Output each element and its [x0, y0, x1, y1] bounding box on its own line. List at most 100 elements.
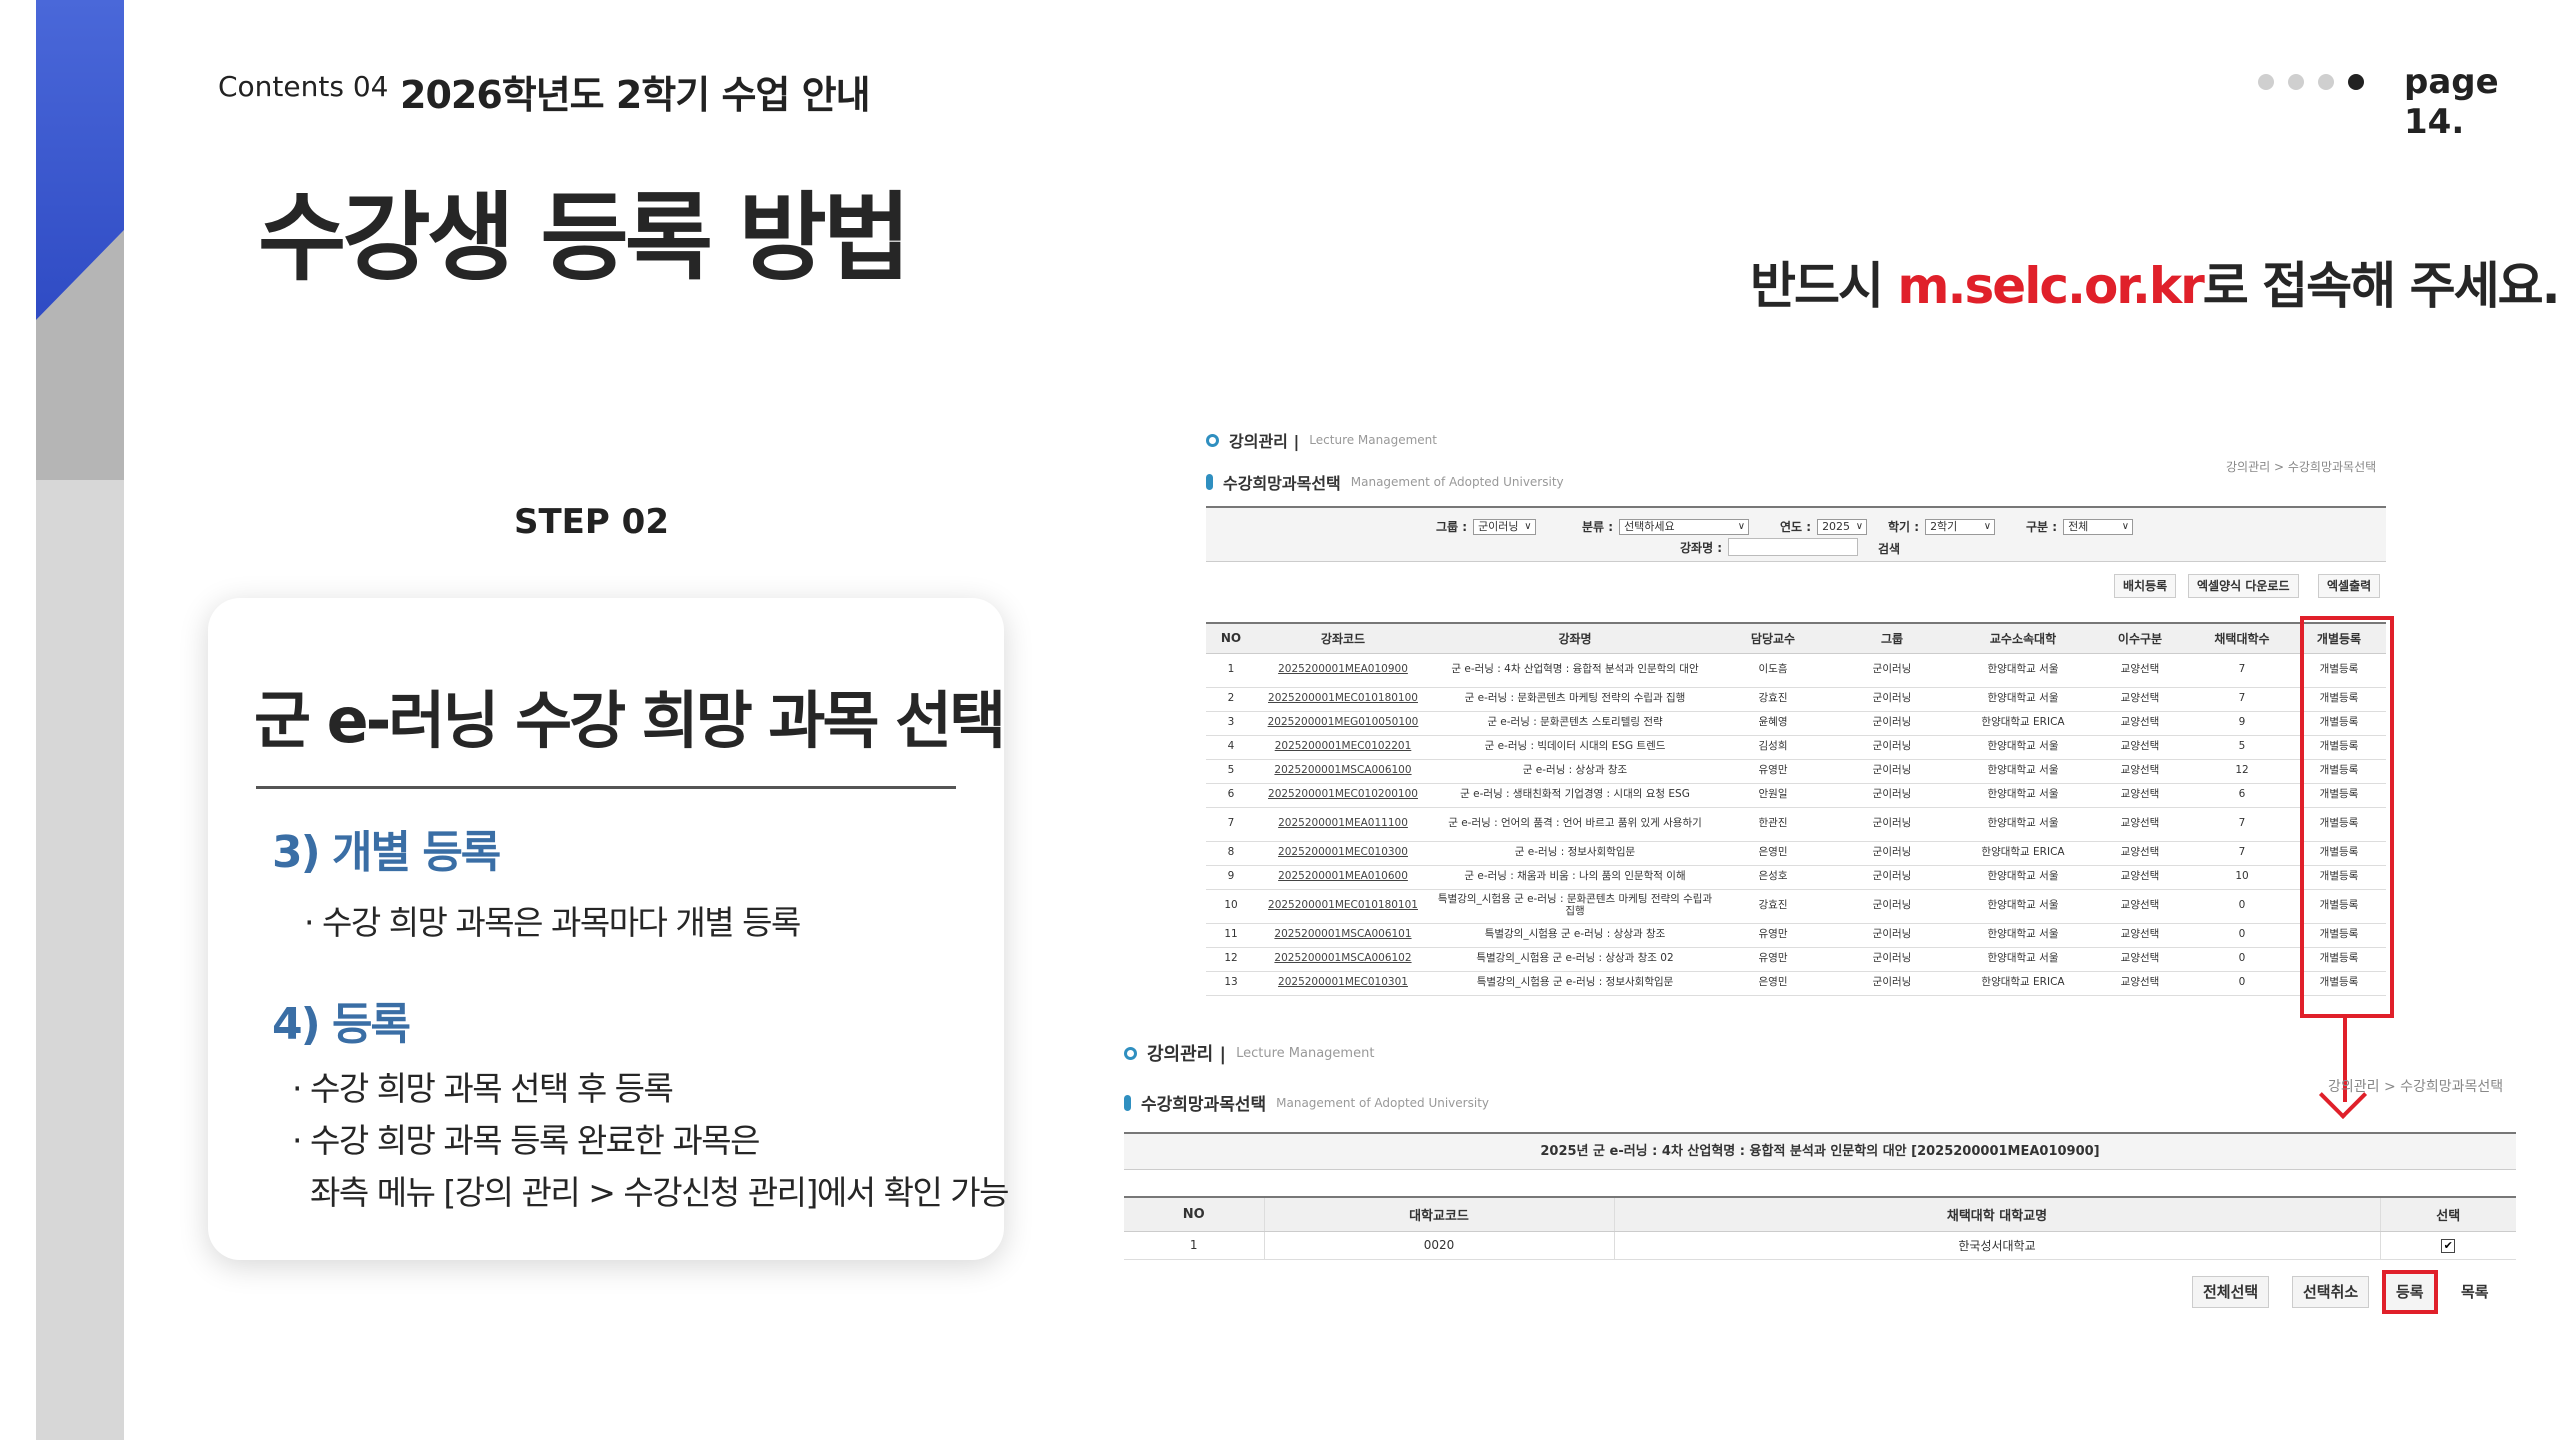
adopted-count: 10 [2192, 865, 2292, 890]
page-number: page 14. [2404, 62, 2499, 142]
course-type: 교양선택 [2088, 865, 2192, 890]
main-title: 수강생 등록 방법 [258, 182, 911, 294]
table-row: 4 2025200001MEC0102201 군 e-러닝 : 빅데이터 시대의 E… [1206, 735, 2386, 760]
course-code-link[interactable]: 2025200001MEC010300 [1256, 841, 1430, 866]
university-table: NO 대학교코드 채택대학 대학교명 선택 1 0020 한국성서대학교 ✔ [1124, 1196, 2516, 1260]
page-indicator [2258, 74, 2364, 90]
excel-export-button[interactable]: 엑셀출력 [2318, 574, 2381, 598]
section-register-line: · 수강 희망 과목 선택 후 등록 [292, 1069, 674, 1108]
column-header: 그룹 [1826, 622, 1958, 654]
section-individual-title: 3) 개별 등록 [272, 827, 501, 878]
course-code-link[interactable]: 2025200001MEC0102201 [1256, 735, 1430, 760]
page-dot [2288, 74, 2304, 90]
lecture-mgmt-label: 강의관리 | Lecture Management [1206, 428, 1437, 452]
type-select[interactable]: 전체 [2063, 518, 2134, 535]
professor: 유영만 [1720, 923, 1826, 948]
row-number: 11 [1206, 923, 1256, 948]
table-row: 11 2025200001MSCA006101 특별강의_시험용 군 e-러닝 : … [1206, 923, 2386, 948]
row-number: 5 [1206, 759, 1256, 784]
type-filter[interactable]: 구분 : 전체 [2026, 518, 2134, 535]
course-type: 교양선택 [2088, 711, 2192, 736]
course-code-link[interactable]: 2025200001MSCA006100 [1256, 759, 1430, 784]
professor-university: 한양대학교 서울 [1958, 759, 2088, 784]
group: 군이러닝 [1826, 783, 1958, 808]
sub-label: 수강희망과목선택 [1223, 474, 1341, 493]
course-code-link[interactable]: 2025200001MEC010200100 [1256, 783, 1430, 808]
category-filter[interactable]: 분류 : 선택하세요 [1582, 518, 1750, 535]
notice-text-after: 로 접속해 주세요. [2202, 257, 2560, 315]
select-checkbox[interactable]: ✔ [2441, 1238, 2456, 1253]
header-title: 2026학년도 2학기 수업 안내 [400, 73, 871, 117]
course-type: 교양선택 [2088, 783, 2192, 808]
row-number: 8 [1206, 841, 1256, 866]
course-name: 군 e-러닝 : 문화콘텐츠 마케팅 전략의 수립과 집행 [1430, 687, 1720, 712]
course-type: 교양선택 [2088, 841, 2192, 866]
sub-label-en: Management of Adopted University [1350, 475, 1564, 489]
group: 군이러닝 [1826, 759, 1958, 784]
course-code-link[interactable]: 2025200001MEA011100 [1256, 807, 1430, 842]
semester-filter[interactable]: 학기 : 2학기 [1888, 518, 1996, 535]
course-type: 교양선택 [2088, 735, 2192, 760]
column-header: 채택대학 대학교명 [1614, 1196, 2381, 1232]
category-select[interactable]: 선택하세요 [1619, 518, 1750, 535]
group-select[interactable]: 군이러닝 [1473, 518, 1536, 535]
section-label-en: Lecture Management [1309, 433, 1437, 447]
breadcrumb: 강의관리 > 수강희망과목선택 [2226, 460, 2377, 474]
course-code-link[interactable]: 2025200001MSCA006102 [1256, 947, 1430, 972]
course-code-link[interactable]: 2025200001MEA010600 [1256, 865, 1430, 890]
list-button[interactable]: 목록 [2450, 1276, 2500, 1308]
adopted-count: 0 [2192, 923, 2292, 948]
select-all-button[interactable]: 전체선택 [2192, 1276, 2270, 1308]
sub-label: 수강희망과목선택 [1141, 1095, 1267, 1115]
batch-register-button[interactable]: 배치등록 [2114, 574, 2177, 598]
page-dot [2258, 74, 2274, 90]
group: 군이러닝 [1826, 687, 1958, 712]
row-number: 10 [1206, 889, 1256, 924]
professor: 유영만 [1720, 759, 1826, 784]
group: 군이러닝 [1826, 807, 1958, 842]
group-filter[interactable]: 그룹 : 군이러닝 [1436, 518, 1536, 535]
professor-university: 한양대학교 서울 [1958, 947, 2088, 972]
semester-label: 학기 : [1888, 520, 1920, 534]
notice-text-before: 반드시 [1750, 257, 1898, 315]
year-label: 연도 : [1780, 520, 1812, 534]
professor-university: 한양대학교 ERICA [1958, 841, 2088, 866]
table-row: 3 2025200001MEG010050100 군 e-러닝 : 문화콘텐츠 스토… [1206, 711, 2386, 736]
year-select[interactable]: 2025 [1817, 518, 1868, 535]
course-name-label: 강좌명 : [1680, 540, 1723, 555]
column-header: 채택대학수 [2192, 622, 2292, 654]
adopted-count: 7 [2192, 687, 2292, 712]
deselect-button[interactable]: 선택취소 [2292, 1276, 2370, 1308]
professor-university: 한양대학교 ERICA [1958, 971, 2088, 996]
search-button[interactable]: 검색 [1878, 540, 1900, 557]
table-row: 2 2025200001MEC010180100 군 e-러닝 : 문화콘텐츠 마케… [1206, 687, 2386, 712]
register-button[interactable]: 등록 [2382, 1270, 2438, 1314]
professor-university: 한양대학교 서울 [1958, 889, 2088, 924]
professor: 한관진 [1720, 807, 1826, 842]
adopted-count: 0 [2192, 947, 2292, 972]
course-name-filter[interactable]: 강좌명 : [1680, 538, 1859, 556]
section-register-line: · 수강 희망 과목 등록 완료한 과목은 [292, 1121, 760, 1160]
adopted-count: 5 [2192, 735, 2292, 760]
semester-select[interactable]: 2학기 [1925, 518, 1996, 535]
course-code-link[interactable]: 2025200001MSCA006101 [1256, 923, 1430, 948]
professor: 이도흠 [1720, 653, 1826, 688]
adopted-count: 0 [2192, 971, 2292, 996]
individual-register-highlight [2300, 616, 2394, 1018]
course-code-link[interactable]: 2025200001MEC010301 [1256, 971, 1430, 996]
course-code-link[interactable]: 2025200001MEA010900 [1256, 653, 1430, 688]
row-number: 6 [1206, 783, 1256, 808]
professor-university: 한양대학교 서울 [1958, 923, 2088, 948]
course-name: 특별강의_시험용 군 e-러닝 : 정보사회학입문 [1430, 971, 1720, 996]
professor-university: 한양대학교 서울 [1958, 807, 2088, 842]
course-code-link[interactable]: 2025200001MEC010180100 [1256, 687, 1430, 712]
group: 군이러닝 [1826, 889, 1958, 924]
course-code-link[interactable]: 2025200001MEG010050100 [1256, 711, 1430, 736]
column-header: 강좌코드 [1256, 622, 1430, 654]
course-name-input[interactable] [1728, 538, 1859, 556]
professor: 강효진 [1720, 889, 1826, 924]
excel-template-download-button[interactable]: 엑셀양식 다운로드 [2188, 574, 2299, 598]
course-code-link[interactable]: 2025200001MEC010180101 [1256, 889, 1430, 924]
breadcrumb-2: 강의관리 > 수강희망과목선택 [2328, 1079, 2504, 1095]
year-filter[interactable]: 연도 : 2025 [1780, 518, 1868, 535]
